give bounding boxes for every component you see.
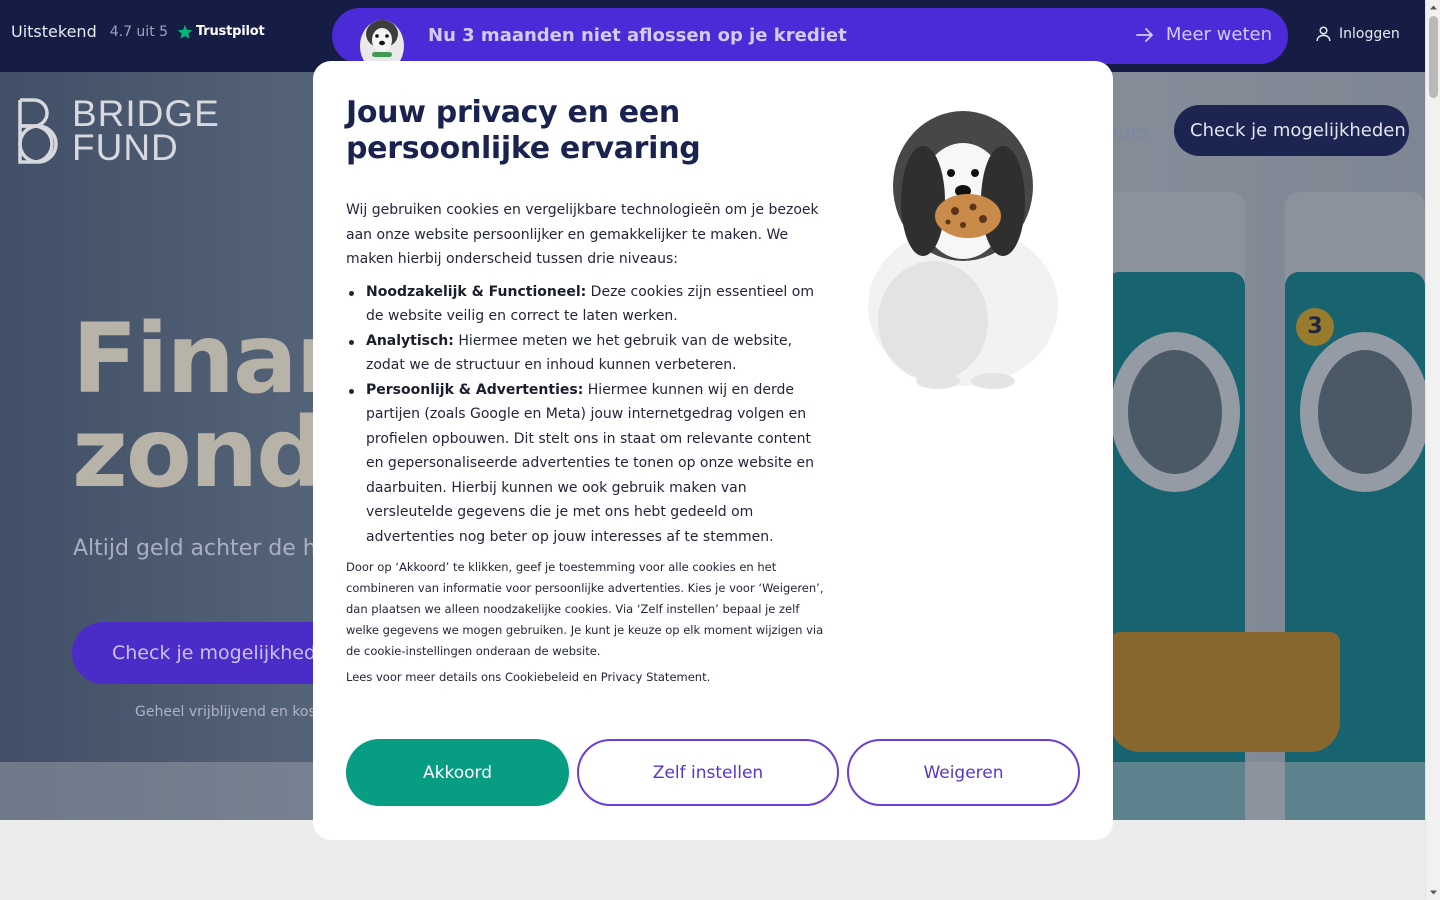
- cookie-level-item: Noodzakelijk & Functioneel: Deze cookies…: [346, 280, 826, 329]
- cookie-level-name: Noodzakelijk & Functioneel:: [366, 283, 587, 300]
- login-button[interactable]: Inloggen: [1316, 26, 1400, 42]
- customize-button[interactable]: Zelf instellen: [577, 739, 839, 806]
- login-label: Inloggen: [1339, 26, 1400, 42]
- promo-text: Nu 3 maanden niet aflossen op je krediet: [428, 25, 847, 46]
- cookie-level-item: Analytisch: Hiermee meten we het gebruik…: [346, 329, 826, 378]
- logo-mark-icon: [18, 98, 58, 164]
- cookie-level-item: Persoonlijk & Advertenties: Hiermee kunn…: [346, 378, 826, 550]
- hero-subtitle: Altijd geld achter de h: [73, 536, 317, 561]
- logo-line-1: BRIDGE: [72, 93, 220, 134]
- nav-link-partial[interactable]: eurs: [1108, 122, 1147, 143]
- arrow-right-icon: [1135, 27, 1153, 42]
- star-icon: [177, 24, 193, 39]
- promo-more-link[interactable]: Meer weten: [1135, 24, 1272, 45]
- logo-line-2: FUND: [72, 127, 179, 168]
- logo-wordmark: BRIDGE FUND: [72, 93, 220, 168]
- dog-with-cookie-image: [868, 111, 1058, 389]
- accept-button[interactable]: Akkoord: [346, 739, 569, 806]
- trustpilot-logo: Trustpilot: [196, 24, 265, 39]
- promo-banner[interactable]: Nu 3 maanden niet aflossen op je krediet…: [332, 8, 1288, 64]
- page-scrollbar[interactable]: [1425, 0, 1440, 900]
- scroll-down-arrow-icon[interactable]: [1429, 888, 1438, 897]
- modal-intro: Wij gebruiken cookies en vergelijkbare t…: [346, 202, 819, 267]
- more-info-text: Lees voor meer details ons Cookiebeleid …: [346, 670, 711, 684]
- header-check-button[interactable]: Check je mogelijkheden: [1174, 105, 1409, 156]
- user-icon: [1316, 26, 1331, 42]
- cookie-consent-modal: Jouw privacy en een persoonlijke ervarin…: [313, 61, 1113, 840]
- reject-button[interactable]: Weigeren: [847, 739, 1080, 806]
- hero-note: Geheel vrijblijvend en koste: [135, 704, 330, 720]
- cookie-level-name: Analytisch:: [366, 332, 454, 349]
- scroll-up-arrow-icon[interactable]: [1429, 3, 1438, 12]
- cookie-level-desc: Hiermee kunnen wij en derde partijen (zo…: [366, 381, 814, 545]
- dog-image: [360, 20, 404, 64]
- trustpilot-widget[interactable]: Uitstekend 4.7 uit 5 Trustpilot: [11, 22, 265, 41]
- bridgefund-logo[interactable]: BRIDGE FUND: [16, 93, 220, 168]
- scroll-thumb[interactable]: [1429, 16, 1438, 98]
- cookie-levels-list: Noodzakelijk & Functioneel: Deze cookies…: [346, 280, 826, 550]
- consent-explanation: Door op ‘Akkoord’ te klikken, geef je to…: [346, 560, 824, 658]
- trustpilot-score: 4.7 uit 5: [109, 23, 169, 40]
- promo-cta-label: Meer weten: [1165, 24, 1272, 45]
- trustpilot-rating-label: Uitstekend: [11, 22, 97, 41]
- cookie-level-name: Persoonlijk & Advertenties:: [366, 381, 584, 398]
- modal-title: Jouw privacy en een persoonlijke ervarin…: [346, 95, 701, 166]
- modal-body: Wij gebruiken cookies en vergelijkbare t…: [346, 198, 826, 549]
